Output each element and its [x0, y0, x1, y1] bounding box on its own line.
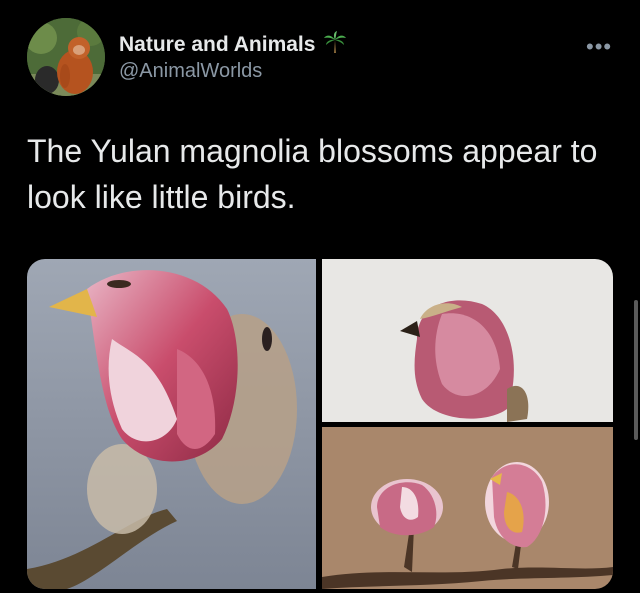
author-row: Nature and Animals	[119, 30, 347, 59]
photo-bird-flowers-pair[interactable]	[322, 427, 613, 589]
palm-tree-icon	[323, 30, 347, 59]
orangutan-avatar-image	[27, 18, 105, 96]
more-options-icon[interactable]: •••	[586, 34, 612, 60]
avatar[interactable]	[27, 18, 105, 96]
photo-bird-flower-large[interactable]	[27, 259, 316, 589]
author-name[interactable]: Nature and Animals	[119, 33, 315, 57]
photo-bird-flower-white-bg[interactable]	[322, 259, 613, 422]
author-handle[interactable]: @AnimalWorlds	[119, 60, 262, 83]
media-grid	[27, 259, 613, 589]
tweet-text: The Yulan magnolia blossoms appear to lo…	[27, 133, 598, 215]
scrollbar[interactable]	[634, 300, 638, 440]
